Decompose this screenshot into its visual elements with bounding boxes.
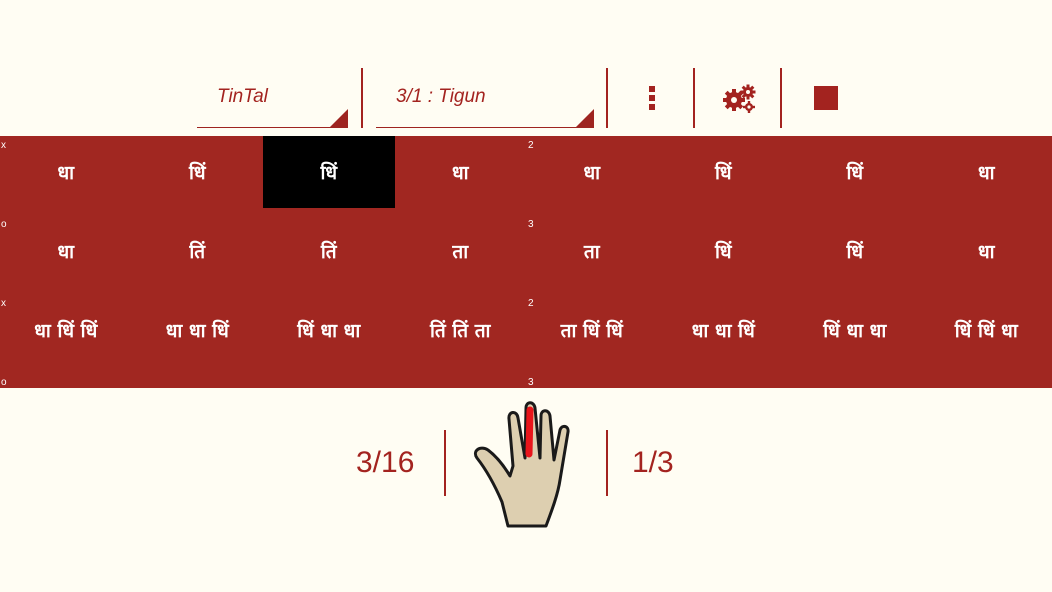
beat-marker: 2 [528, 298, 534, 309]
overflow-menu-button[interactable] [622, 72, 682, 124]
beat-marker: o [1, 219, 7, 230]
speed-select[interactable]: 3/1 : Tigun [376, 68, 594, 128]
bol-cell[interactable]: तिं [263, 215, 395, 287]
taal-select-value: TinTal [217, 86, 268, 107]
bol-cell[interactable]: धिं धिं धा [921, 373, 1052, 388]
beat-marker: 2 [528, 140, 534, 151]
divider [780, 68, 782, 128]
bol-cell[interactable]: तिं तिं ता [395, 294, 527, 366]
bol-cell[interactable]: धिं धा धा [789, 373, 921, 388]
hand-icon [473, 401, 570, 528]
bol-cell[interactable]: तिं तिं ता [395, 373, 527, 388]
bol-cell[interactable]: धा [395, 136, 527, 208]
beat-marker: x [1, 140, 6, 151]
bol-cell[interactable]: तिं [132, 215, 264, 287]
stop-icon [814, 86, 838, 110]
bol-cell[interactable]: धिं [658, 215, 790, 287]
bol-cell[interactable]: धिं धा धा [263, 294, 395, 366]
dropdown-arrow-icon [576, 109, 594, 127]
divider [606, 68, 608, 128]
stop-button[interactable] [796, 72, 856, 124]
bol-cell[interactable]: धा [526, 136, 658, 208]
bol-cell[interactable]: ता धिं धिं [526, 294, 658, 366]
dropdown-arrow-icon [330, 109, 348, 127]
divider [444, 430, 446, 496]
more-vertical-icon [649, 86, 655, 110]
beat-marker: o [1, 377, 7, 388]
bol-cell[interactable]: धा धिं धिं [0, 294, 132, 366]
bol-cell[interactable]: ता धिं धिं [526, 373, 658, 388]
beat-marker: 3 [528, 219, 534, 230]
bol-cell[interactable]: धिं [263, 136, 395, 208]
beat-marker: x [1, 298, 6, 309]
bol-cell[interactable]: धा तिं तिं [0, 373, 132, 388]
bol-cell[interactable]: धिं धिं धा [921, 294, 1052, 366]
bol-cell[interactable]: ता ता धिं [132, 373, 264, 388]
bol-cell[interactable]: धिं [658, 136, 790, 208]
bol-cell[interactable]: ता [395, 215, 527, 287]
bol-cell[interactable]: धा [921, 215, 1052, 287]
divider [693, 68, 695, 128]
bol-cell[interactable]: धा धा धिं [658, 373, 790, 388]
bol-grid[interactable]: धा x धिं धिं धा धा 2 धिं धिं धा धा o तिं तिं ता ता 3 धिं ध… [0, 136, 1052, 388]
divider [361, 68, 363, 128]
toolbar: TinTal 3/1 : Tigun [0, 0, 1052, 136]
bol-cell[interactable]: धा धा धिं [658, 294, 790, 366]
beat-counter: 3/16 [356, 446, 415, 479]
bol-cell[interactable]: धिं [789, 215, 921, 287]
bol-cell[interactable]: धा [921, 136, 1052, 208]
beat-marker: 3 [528, 377, 534, 388]
gears-icon [723, 84, 756, 113]
hand-indicator [468, 398, 574, 530]
speed-select-value: 3/1 : Tigun [396, 86, 486, 107]
bol-cell[interactable]: धा [0, 215, 132, 287]
bol-cell[interactable]: धा धा धिं [132, 294, 264, 366]
settings-button[interactable] [709, 72, 769, 124]
bol-cell[interactable]: धिं [132, 136, 264, 208]
bol-cell[interactable]: धिं धा धा [263, 373, 395, 388]
divider [606, 430, 608, 496]
bol-cell[interactable]: धा [0, 136, 132, 208]
taal-select[interactable]: TinTal [197, 68, 348, 128]
bol-cell[interactable]: ता [526, 215, 658, 287]
cycle-counter: 1/3 [632, 446, 674, 479]
bol-cell[interactable]: धिं धा धा [789, 294, 921, 366]
bol-cell[interactable]: धिं [789, 136, 921, 208]
